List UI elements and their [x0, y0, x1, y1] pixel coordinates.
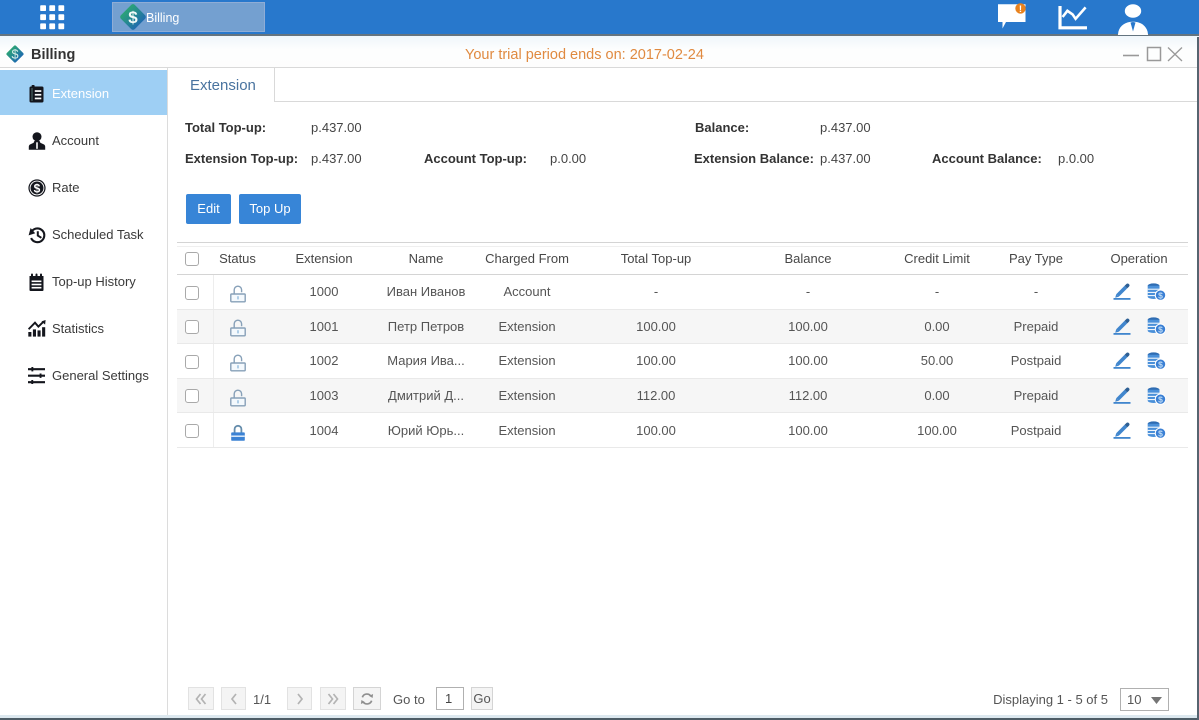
svg-text:$: $	[1158, 359, 1163, 369]
svg-text:!: !	[1019, 4, 1022, 15]
svg-text:$: $	[1158, 325, 1163, 335]
svg-text:$: $	[1158, 429, 1163, 439]
svg-text:$: $	[34, 181, 41, 195]
svg-text:$: $	[128, 8, 138, 27]
svg-text:$: $	[1158, 290, 1163, 300]
svg-text:$: $	[1158, 394, 1163, 404]
svg-text:$: $	[11, 47, 18, 61]
